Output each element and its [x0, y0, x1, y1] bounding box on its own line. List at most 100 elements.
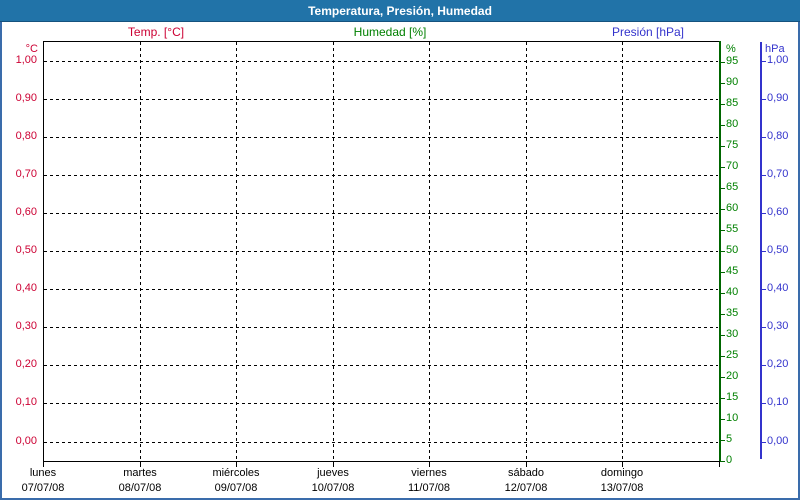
h-gridline: [44, 327, 718, 328]
humidity-tick-label: 70: [726, 160, 739, 172]
day-date-label: 08/07/08: [118, 482, 162, 494]
pressure-tick: [762, 175, 766, 176]
v-gridline: [526, 42, 527, 460]
pressure-tick: [762, 327, 766, 328]
humidity-tick-label: 55: [726, 223, 739, 235]
day-name-label: martes: [123, 467, 157, 479]
humidity-tick-label: 5: [726, 433, 733, 445]
humidity-tick-label: 75: [726, 139, 739, 151]
humidity-tick: [721, 146, 725, 147]
legend-pressure: Presión [hPa]: [611, 25, 685, 39]
pressure-tick: [762, 442, 766, 443]
humidity-tick-label: 60: [726, 202, 739, 214]
pressure-tick-label: 0,80: [767, 130, 789, 142]
temp-tick-label: 0,40: [15, 282, 37, 294]
humidity-tick: [721, 293, 725, 294]
humidity-tick: [721, 272, 725, 273]
h-gridline: [44, 365, 718, 366]
pressure-tick-label: 0,50: [767, 244, 789, 256]
temp-tick-label: 0,00: [15, 435, 37, 447]
h-gridline: [44, 99, 718, 100]
plot-border-top: [43, 41, 719, 42]
chart-window: Temperatura, Presión, Humedad Temp. [°C]…: [0, 0, 800, 500]
humidity-tick: [721, 230, 725, 231]
h-gridline: [44, 175, 718, 176]
pressure-tick-label: 0,30: [767, 320, 789, 332]
temp-tick-label: 0,20: [15, 358, 37, 370]
humidity-tick-label: 20: [726, 370, 739, 382]
day-name-label: sábado: [507, 467, 545, 479]
pressure-tick-label: 0,00: [767, 435, 789, 447]
v-gridline: [429, 42, 430, 460]
v-gridline: [236, 42, 237, 460]
day-date-label: 10/07/08: [311, 482, 355, 494]
humidity-tick: [721, 335, 725, 336]
day-name-label: jueves: [317, 467, 349, 479]
day-date-label: 12/07/08: [504, 482, 548, 494]
day-date-label: 13/07/08: [600, 482, 644, 494]
temp-tick-label: 0,60: [15, 206, 37, 218]
humidity-tick-label: 30: [726, 328, 739, 340]
day-date-label: 11/07/08: [407, 482, 450, 494]
v-gridline: [140, 42, 141, 460]
humidity-tick-label: 25: [726, 349, 739, 361]
humidity-tick: [721, 398, 725, 399]
humidity-tick-label: 40: [726, 286, 739, 298]
temp-tick-label: 0,30: [15, 320, 37, 332]
pressure-tick-label: 0,60: [767, 206, 789, 218]
humidity-tick: [721, 377, 725, 378]
humidity-tick: [721, 188, 725, 189]
humidity-tick-label: 15: [726, 391, 739, 403]
pressure-tick-label: 1,00: [767, 54, 789, 66]
h-gridline: [44, 213, 718, 214]
temp-tick-label: 1,00: [15, 54, 37, 66]
legend-temp: Temp. [°C]: [127, 25, 185, 39]
pressure-tick: [762, 403, 766, 404]
temp-tick-label: 0,80: [15, 130, 37, 142]
pressure-tick-label: 0,10: [767, 396, 789, 408]
day-name-label: lunes: [29, 467, 57, 479]
humidity-tick-label: 80: [726, 118, 739, 130]
humidity-tick: [721, 251, 725, 252]
h-gridline: [44, 137, 718, 138]
pressure-tick: [762, 99, 766, 100]
window-title: Temperatura, Presión, Humedad: [308, 3, 492, 18]
humidity-tick: [721, 167, 725, 168]
humidity-tick: [721, 356, 725, 357]
humidity-tick-label: 50: [726, 244, 739, 256]
h-gridline: [44, 403, 718, 404]
humidity-tick-label: 35: [726, 307, 739, 319]
humidity-tick: [721, 314, 725, 315]
day-name-label: miércoles: [212, 467, 260, 479]
plot-border-bottom: [43, 461, 721, 462]
humidity-tick-label: 65: [726, 181, 739, 193]
humidity-tick: [721, 83, 725, 84]
legend-humidity: Humedad [%]: [353, 25, 427, 39]
pressure-tick: [762, 289, 766, 290]
pressure-tick: [762, 213, 766, 214]
humidity-tick: [721, 440, 725, 441]
temp-tick-label: 0,10: [15, 396, 37, 408]
day-name-label: domingo: [600, 467, 644, 479]
h-gridline: [44, 289, 718, 290]
humidity-tick-label: 45: [726, 265, 739, 277]
h-gridline: [44, 442, 718, 443]
x-tick: [719, 461, 720, 467]
humidity-tick-label: 95: [726, 55, 739, 67]
v-gridline: [622, 42, 623, 460]
pressure-tick-label: 0,90: [767, 92, 789, 104]
h-gridline: [44, 61, 718, 62]
day-name-label: viernes: [411, 467, 447, 479]
day-date-label: 07/07/08: [21, 482, 65, 494]
temp-tick-label: 0,50: [15, 244, 37, 256]
humidity-tick: [721, 125, 725, 126]
v-gridline: [333, 42, 334, 460]
day-date-label: 09/07/08: [214, 482, 258, 494]
humidity-tick-label: 85: [726, 97, 739, 109]
pressure-tick-label: 0,70: [767, 168, 789, 180]
humidity-tick-label: 0: [726, 454, 733, 466]
humidity-tick: [721, 461, 725, 462]
pressure-tick: [762, 365, 766, 366]
humidity-tick-label: 90: [726, 76, 739, 88]
humidity-tick-label: 10: [726, 412, 739, 424]
